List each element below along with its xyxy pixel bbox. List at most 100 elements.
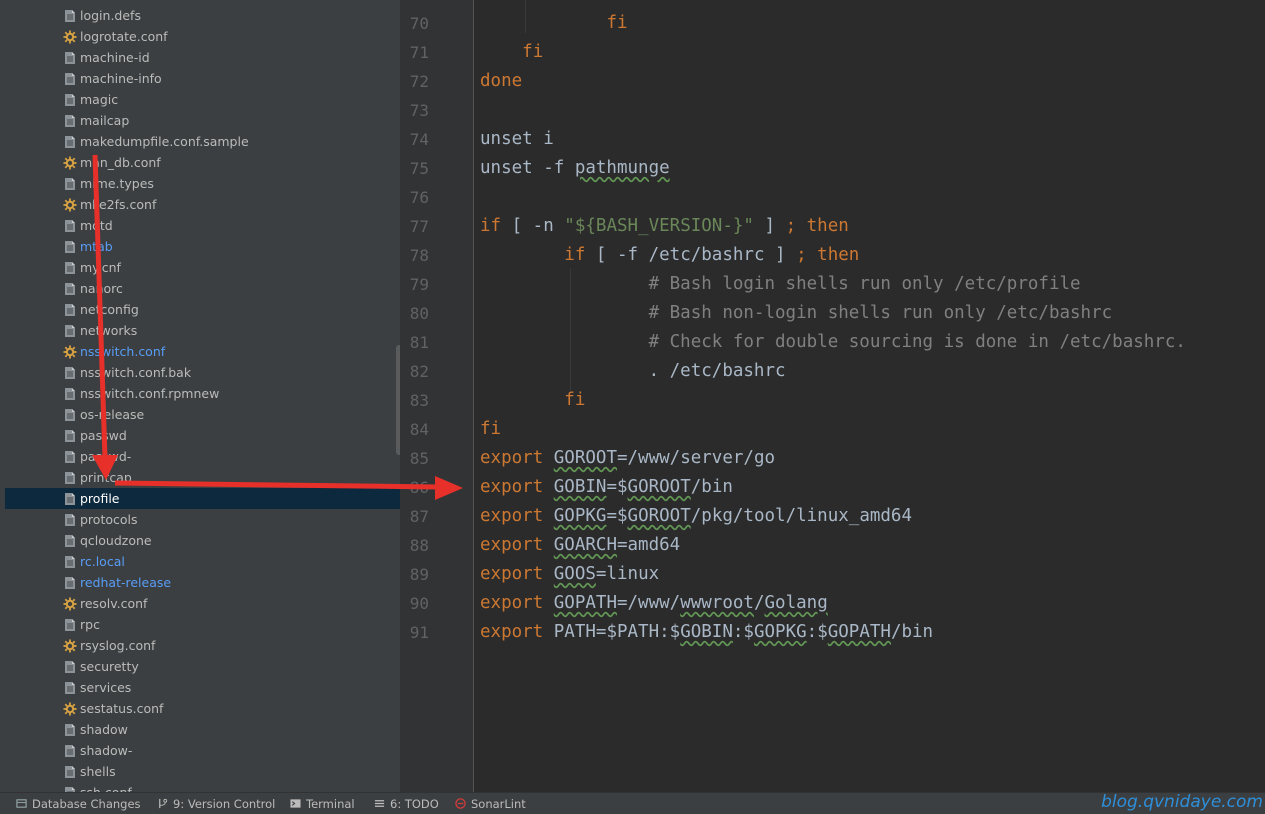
tree-item[interactable]: machine-info <box>5 68 400 89</box>
code-token: =amd64 <box>616 535 681 555</box>
tree-item[interactable]: qcloudzone <box>5 530 400 551</box>
tree-item[interactable]: redhat-release <box>5 572 400 593</box>
code-token: /bin <box>690 477 733 497</box>
line-number: 88 <box>409 536 429 555</box>
tree-item[interactable]: profile <box>5 488 400 509</box>
tree-item[interactable]: os-release <box>5 404 400 425</box>
line-number: 86 <box>409 478 429 497</box>
code-token: fi <box>522 42 544 62</box>
text-file-icon <box>65 556 75 568</box>
todo-label: 6: TODO <box>390 796 439 811</box>
tree-item[interactable]: protocols <box>5 509 400 530</box>
code-token: export <box>480 477 554 497</box>
code-editor[interactable]: fi fi done unset i unset -f pathmunge if [ -… <box>474 0 1265 792</box>
tree-item[interactable]: sestatus.conf <box>5 698 400 719</box>
line-number: 85 <box>409 449 429 468</box>
text-file-icon <box>65 388 75 400</box>
tree-item[interactable]: shells <box>5 761 400 782</box>
code-token: ; then <box>796 245 860 265</box>
code-line: export GOOS=linux <box>480 560 659 589</box>
text-file-icon <box>65 241 75 253</box>
text-file-icon <box>65 514 75 526</box>
database-changes-tab[interactable]: Database Changes <box>16 793 141 814</box>
tree-item-label: logrotate.conf <box>80 29 168 44</box>
tree-item[interactable]: logrotate.conf <box>5 26 400 47</box>
tree-item-label: securetty <box>80 659 139 674</box>
line-number: 79 <box>409 275 429 294</box>
code-line: fi <box>480 415 501 444</box>
text-file-icon <box>65 220 75 232</box>
version-control-label: 9: Version Control <box>173 796 276 811</box>
tree-item[interactable]: rsyslog.conf <box>5 635 400 656</box>
tree-item[interactable]: printcap <box>5 467 400 488</box>
tree-item[interactable]: makedumpfile.conf.sample <box>5 131 400 152</box>
line-number: 70 <box>409 14 429 33</box>
tree-item-label: ssh.conf <box>80 782 132 792</box>
tree-item-label: magic <box>80 92 119 107</box>
tree-item-label: os-release <box>80 407 145 422</box>
tree-item[interactable]: passwd- <box>5 446 400 467</box>
tree-item[interactable]: my.cnf <box>5 257 400 278</box>
code-line: # Bash non-login shells run only /etc/ba… <box>480 299 1113 328</box>
tree-item[interactable]: rc.local <box>5 551 400 572</box>
tree-item[interactable]: machine-id <box>5 47 400 68</box>
tree-item-label: nsswitch.conf <box>80 344 166 359</box>
tree-item[interactable]: rpc <box>5 614 400 635</box>
text-file-icon <box>65 136 75 148</box>
sonarlint-tab[interactable]: SonarLint <box>455 793 526 814</box>
tree-item[interactable]: networks <box>5 320 400 341</box>
code-token: GOOS <box>553 564 596 584</box>
tree-item[interactable]: securetty <box>5 656 400 677</box>
line-number: 71 <box>409 43 429 62</box>
tree-item-label: my.cnf <box>80 260 121 275</box>
code-token: # Bash non-login shells run only /etc/ba… <box>648 303 1113 323</box>
code-token: unset i <box>480 129 554 149</box>
code-token: GOPATH <box>827 622 891 642</box>
line-number: 91 <box>409 623 429 642</box>
code-token: done <box>480 71 523 91</box>
database-icon <box>16 799 27 808</box>
branch-icon <box>159 798 168 809</box>
tree-item[interactable]: motd <box>5 215 400 236</box>
text-file-icon <box>65 577 75 589</box>
tree-item[interactable]: shadow <box>5 719 400 740</box>
code-token: . /etc/bashrc <box>480 361 786 381</box>
todo-tab[interactable]: 6: TODO <box>374 793 439 814</box>
code-token: export <box>480 593 554 613</box>
tree-item[interactable]: mke2fs.conf <box>5 194 400 215</box>
line-number: 81 <box>409 333 429 352</box>
tree-item[interactable]: ssh.conf <box>5 782 400 792</box>
tree-item-label: shadow <box>80 722 128 737</box>
tree-item[interactable]: mailcap <box>5 110 400 131</box>
tree-item[interactable]: nsswitch.conf.bak <box>5 362 400 383</box>
code-token: export <box>480 622 554 642</box>
tree-item[interactable]: resolv.conf <box>5 593 400 614</box>
terminal-tab[interactable]: Terminal <box>290 793 355 814</box>
code-line: if [ -n "${BASH_VERSION-}" ] ; then <box>480 212 849 241</box>
version-control-tab[interactable]: 9: Version Control <box>157 793 275 814</box>
tree-item[interactable]: mime.types <box>5 173 400 194</box>
tree-item[interactable]: magic <box>5 89 400 110</box>
tree-item[interactable]: login.defs <box>5 5 400 26</box>
tree-item[interactable]: mtab <box>5 236 400 257</box>
tree-item[interactable]: man_db.conf <box>5 152 400 173</box>
code-token: if <box>564 245 586 265</box>
code-line: export GOARCH=amd64 <box>480 531 680 560</box>
tree-item-label: man_db.conf <box>80 155 161 170</box>
tree-item[interactable]: passwd <box>5 425 400 446</box>
tree-item[interactable]: nanorc <box>5 278 400 299</box>
tree-item[interactable]: services <box>5 677 400 698</box>
tree-item[interactable]: nsswitch.conf.rpmnew <box>5 383 400 404</box>
project-tree[interactable]: login.defs logrotate.conf machine-id machin… <box>5 0 400 792</box>
text-file-icon <box>65 451 75 463</box>
code-token: GOPKG <box>753 622 807 642</box>
tree-item[interactable]: netconfig <box>5 299 400 320</box>
text-file-icon <box>65 304 75 316</box>
tree-item[interactable]: shadow- <box>5 740 400 761</box>
tree-item-label: profile <box>80 491 120 506</box>
line-number: 87 <box>409 507 429 526</box>
tree-item-label: mtab <box>80 239 113 254</box>
tree-item[interactable]: nsswitch.conf <box>5 341 400 362</box>
tree-item-label: protocols <box>80 512 138 527</box>
